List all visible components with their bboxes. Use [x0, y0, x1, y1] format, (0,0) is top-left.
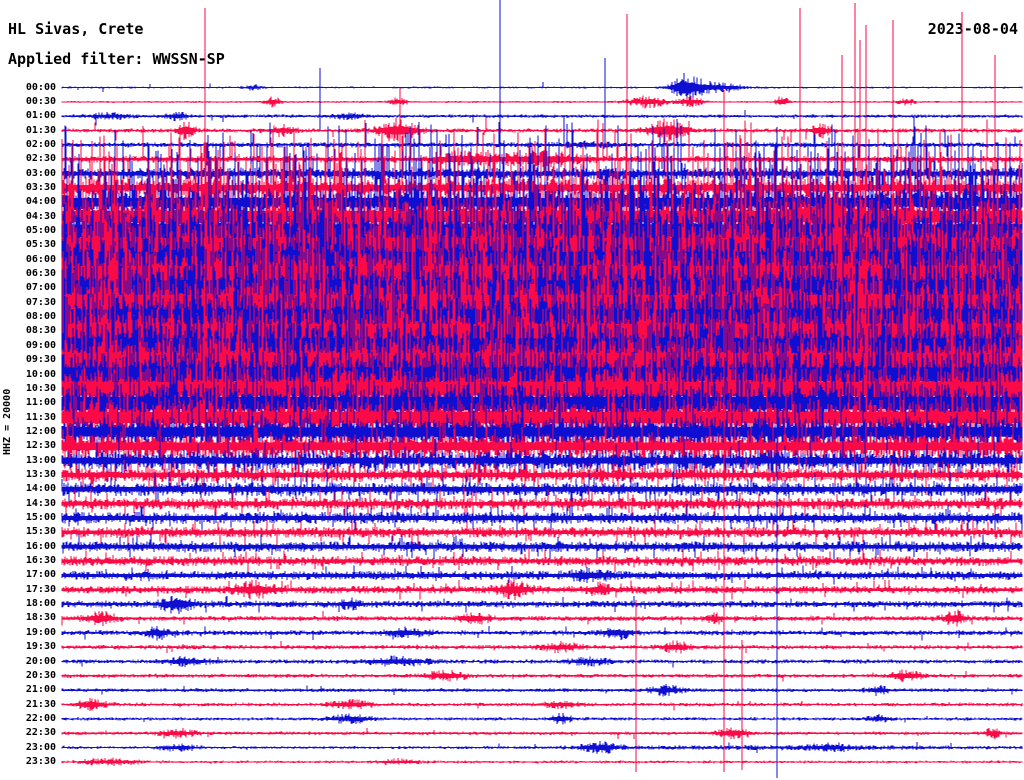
trace-row	[61, 683, 1023, 697]
trace-row	[61, 640, 1023, 654]
trace-row	[61, 757, 1023, 767]
trace-row	[61, 595, 1023, 614]
trace-row	[61, 110, 1023, 126]
helicorder-page: HL Sivas, Crete Applied filter: WWSSN-SP…	[0, 0, 1024, 780]
trace-row	[61, 713, 1023, 725]
trace-row	[61, 72, 1023, 103]
trace-row	[61, 533, 1023, 560]
trace-row	[61, 741, 1023, 755]
trace-row	[61, 669, 1023, 682]
trace-row	[61, 565, 1023, 585]
trace-row	[61, 727, 1023, 740]
trace-row	[61, 95, 1023, 109]
trace-row	[61, 697, 1023, 711]
trace-row	[61, 625, 1023, 641]
trace-row	[61, 579, 1023, 600]
trace-row	[61, 655, 1023, 668]
seismogram-svg	[61, 0, 1023, 778]
